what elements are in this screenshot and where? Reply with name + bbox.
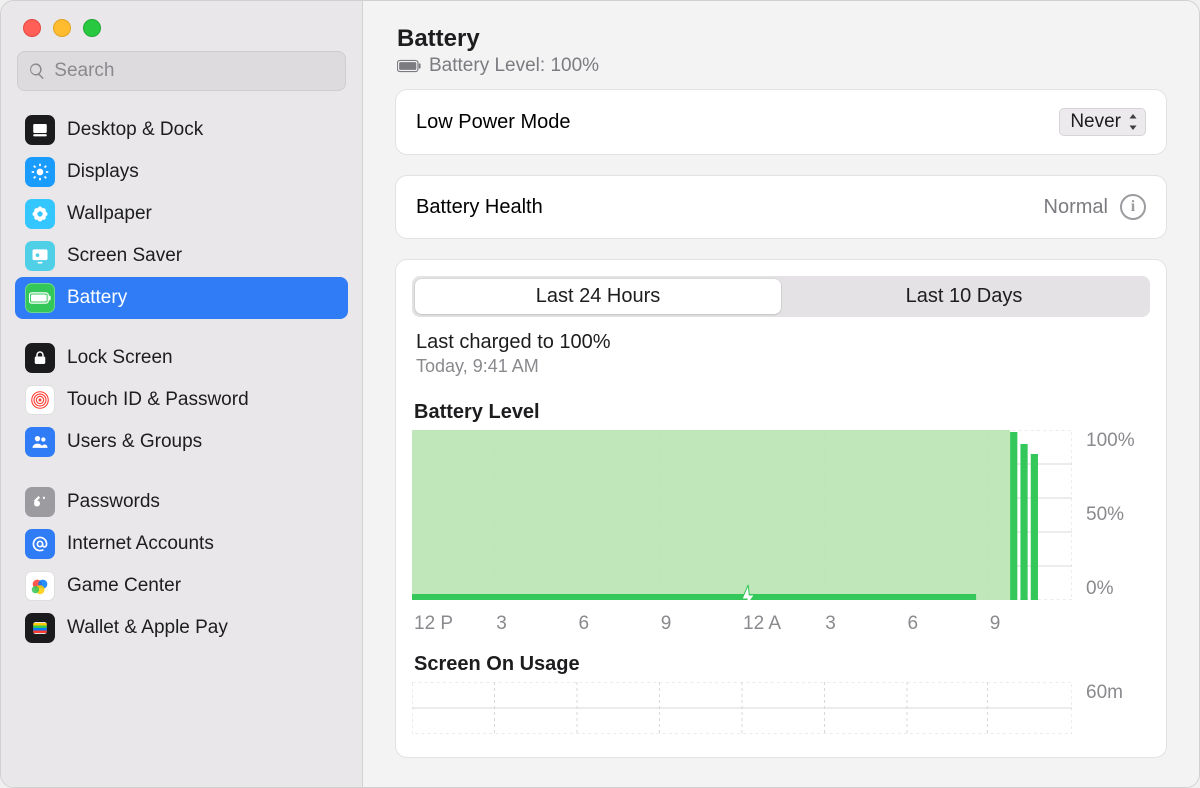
flower-icon (25, 199, 55, 229)
low-power-mode-select[interactable]: Never (1059, 108, 1146, 136)
settings-window: Desktop & Dock Displays Wallpaper Screen Sa… (0, 0, 1200, 788)
key-icon (25, 487, 55, 517)
x-axis-labels: 12 P36912 A369 (412, 605, 1072, 637)
sidebar-item-lock[interactable]: Lock Screen (15, 337, 348, 379)
battery-health-value: Normal (1044, 196, 1108, 219)
screen-on-usage-title: Screen On Usage (414, 653, 1148, 676)
sidebar-item-screensaver[interactable]: Screen Saver (15, 235, 348, 277)
sidebar-item-label: Passwords (67, 491, 160, 513)
desktop-icon (25, 115, 55, 145)
page-title: Battery (397, 25, 1165, 53)
battery-level-chart-title: Battery Level (414, 401, 1148, 424)
search-field[interactable] (17, 51, 346, 91)
gamecenter-icon (25, 571, 55, 601)
search-input[interactable] (54, 60, 335, 82)
sidebar-item-label: Desktop & Dock (67, 119, 203, 141)
tab-last-10-days[interactable]: Last 10 Days (781, 279, 1147, 314)
sidebar-item-sun[interactable]: Displays (15, 151, 348, 193)
time-range-segmented: Last 24 Hours Last 10 Days (412, 276, 1150, 317)
content-area: Battery Battery Level: 100% Low Power Mo… (363, 1, 1199, 787)
sidebar-item-gamecenter[interactable]: Game Center (15, 565, 348, 607)
battery-health-label: Battery Health (416, 196, 543, 219)
low-power-label: Low Power Mode (416, 111, 571, 134)
battery-health-panel: Battery Health Normal i (395, 175, 1167, 239)
low-power-panel: Low Power Mode Never (395, 89, 1167, 155)
y-axis-labels: 100%50%0% (1072, 430, 1150, 600)
sidebar-item-label: Displays (67, 161, 139, 183)
users-icon (25, 427, 55, 457)
sidebar-item-label: Screen Saver (67, 245, 182, 267)
sidebar-item-at[interactable]: Internet Accounts (15, 523, 348, 565)
sidebar-item-label: Wallpaper (67, 203, 152, 225)
sidebar: Desktop & Dock Displays Wallpaper Screen Sa… (1, 1, 363, 787)
sidebar-item-key[interactable]: Passwords (15, 481, 348, 523)
screen-on-usage-chart: 60m (412, 682, 1150, 739)
battery-level-plot (412, 430, 1072, 600)
sidebar-item-label: Lock Screen (67, 347, 173, 369)
battery-level-chart: 12 P36912 A369 100%50%0% (412, 430, 1150, 637)
chevron-up-down-icon (1127, 114, 1139, 130)
screen-on-usage-plot (412, 682, 1072, 734)
touchid-icon (25, 385, 55, 415)
minimize-window-button[interactable] (53, 19, 71, 37)
last-charged-time: Today, 9:41 AM (416, 356, 1146, 377)
low-power-value: Never (1070, 111, 1121, 133)
page-header: Battery Battery Level: 100% (395, 19, 1167, 89)
sidebar-item-label: Internet Accounts (67, 533, 214, 555)
tab-last-24-hours[interactable]: Last 24 Hours (415, 279, 781, 314)
info-icon[interactable]: i (1120, 194, 1146, 220)
sidebar-item-battery[interactable]: Battery (15, 277, 348, 319)
window-controls (1, 13, 362, 51)
sidebar-item-label: Battery (67, 287, 127, 309)
sun-icon (25, 157, 55, 187)
battery-icon (397, 59, 421, 73)
sidebar-item-wallet[interactable]: Wallet & Apple Pay (15, 607, 348, 649)
sidebar-item-users[interactable]: Users & Groups (15, 421, 348, 463)
sidebar-item-touchid[interactable]: Touch ID & Password (15, 379, 348, 421)
sidebar-list: Desktop & Dock Displays Wallpaper Screen Sa… (1, 105, 362, 653)
wallet-icon (25, 613, 55, 643)
screensaver-icon (25, 241, 55, 271)
close-window-button[interactable] (23, 19, 41, 37)
last-charged-title: Last charged to 100% (416, 331, 1146, 354)
sidebar-item-flower[interactable]: Wallpaper (15, 193, 348, 235)
zoom-window-button[interactable] (83, 19, 101, 37)
sidebar-item-desktop[interactable]: Desktop & Dock (15, 109, 348, 151)
sidebar-item-label: Wallet & Apple Pay (67, 617, 228, 639)
battery-level-text: Battery Level: 100% (429, 55, 599, 77)
sidebar-item-label: Touch ID & Password (67, 389, 249, 411)
usage-panel: Last 24 Hours Last 10 Days Last charged … (395, 259, 1167, 758)
usage-ymax: 60m (1086, 682, 1123, 704)
at-icon (25, 529, 55, 559)
sidebar-item-label: Users & Groups (67, 431, 202, 453)
sidebar-item-label: Game Center (67, 575, 181, 597)
search-icon (28, 61, 46, 81)
battery-icon (25, 283, 55, 313)
lock-icon (25, 343, 55, 373)
